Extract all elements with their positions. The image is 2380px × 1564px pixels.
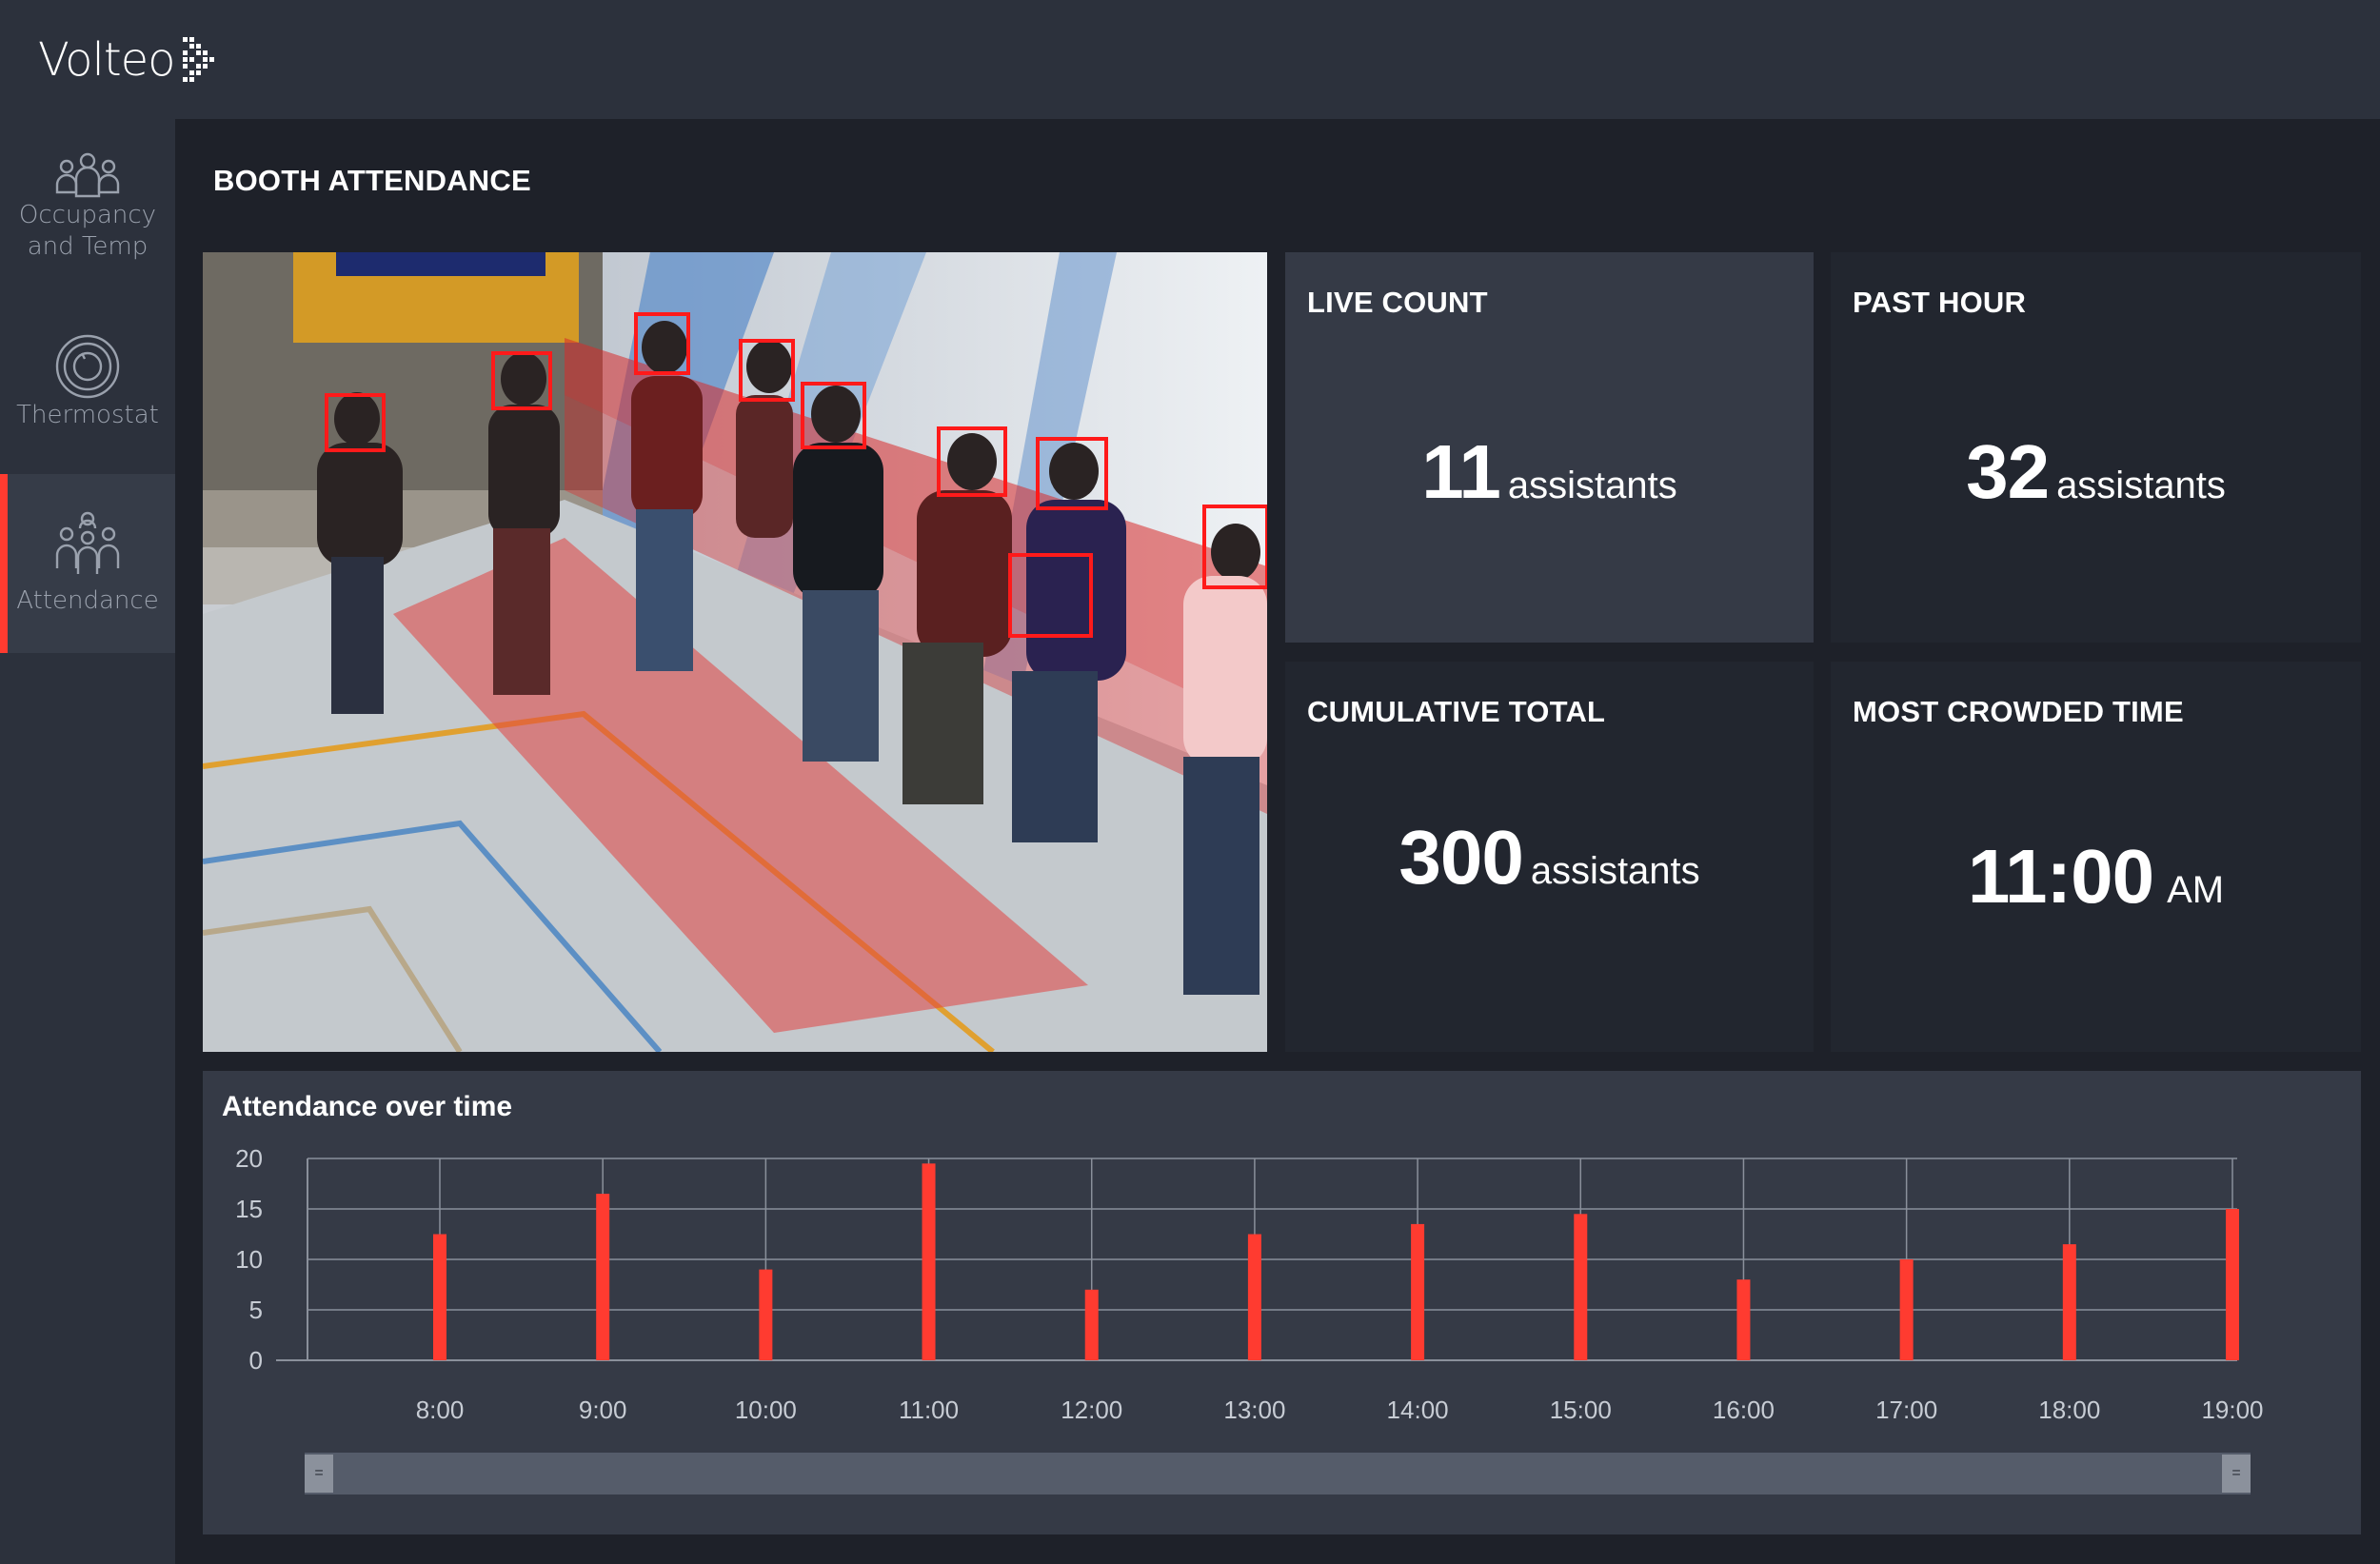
cumulative-total-card: CUMULATIVE TOTAL 300 assistants <box>1285 662 1814 1052</box>
most-crowded-time-unit: AM <box>2167 869 2225 911</box>
most-crowded-time-title: MOST CROWDED TIME <box>1853 695 2184 728</box>
most-crowded-time-value: 11:00 <box>1967 834 2154 919</box>
live-count-title: LIVE COUNT <box>1307 286 1488 319</box>
page-title: BOOTH ATTENDANCE <box>213 164 531 197</box>
past-hour-value: 32 <box>1966 429 2050 514</box>
sidebar-item-occupancy-and-temp[interactable]: Occupancy and Temp <box>0 152 175 295</box>
slider-handle-left[interactable]: = <box>305 1455 333 1493</box>
live-count-card: LIVE COUNT 11 assistants <box>1285 252 1814 643</box>
live-count-unit: assistants <box>1507 465 1677 506</box>
past-hour-title: PAST HOUR <box>1853 286 2027 319</box>
cumulative-total-value: 300 <box>1398 815 1523 900</box>
top-bar: Volteo <box>0 0 2380 119</box>
sidebar-item-attendance[interactable]: Attendance <box>0 474 175 653</box>
cumulative-total-title: CUMULATIVE TOTAL <box>1307 695 1606 728</box>
camera-feed-image <box>203 252 1267 1052</box>
past-hour-card: PAST HOUR 32 assistants <box>1831 252 2361 643</box>
sidebar-item-label: Thermostat <box>16 401 159 429</box>
brand-arrow-icon <box>182 37 214 82</box>
cumulative-total-unit: assistants <box>1530 850 1700 892</box>
camera-feed <box>203 252 1267 1052</box>
past-hour-unit: assistants <box>2056 465 2226 506</box>
brand-name: Volteo <box>38 33 176 87</box>
people-group-icon <box>55 152 120 198</box>
sidebar-item-thermostat[interactable]: Thermostat <box>0 333 175 466</box>
sidebar-item-label: Occupancy and Temp <box>18 201 157 261</box>
thermostat-dial-icon <box>55 334 120 399</box>
live-count-value: 11 <box>1421 429 1501 514</box>
time-range-slider[interactable]: = = <box>305 1453 2251 1495</box>
attendance-people-icon <box>55 511 120 574</box>
chart-title: Attendance over time <box>222 1091 513 1122</box>
slider-handle-right[interactable]: = <box>2222 1455 2251 1493</box>
sidebar-item-label: Attendance <box>16 585 159 615</box>
brand-logo[interactable]: Volteo <box>38 27 221 93</box>
most-crowded-time-card: MOST CROWDED TIME 11:00 AM <box>1831 662 2361 1052</box>
sidebar: Occupancy and Temp Thermostat Attendance <box>0 119 175 1564</box>
